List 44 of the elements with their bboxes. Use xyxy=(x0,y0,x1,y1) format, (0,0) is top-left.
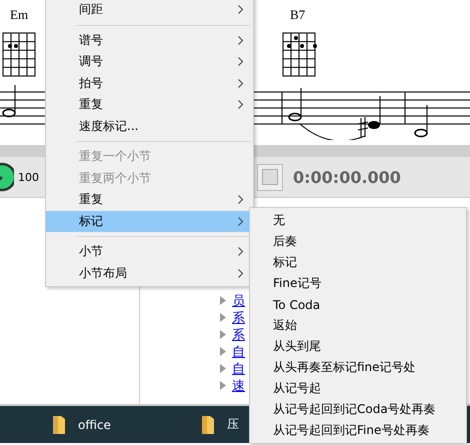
menu-item[interactable]: 谱号 xyxy=(46,30,253,51)
menu-item[interactable]: 拍号 xyxy=(46,72,253,94)
menu-item[interactable]: 小节 xyxy=(46,241,253,262)
menu-item[interactable]: 调号 xyxy=(46,51,253,72)
chevron-right-icon xyxy=(238,78,243,88)
menu-item[interactable]: 从头到尾 xyxy=(250,336,466,357)
link[interactable]: 自 xyxy=(232,360,245,378)
menu-item[interactable]: 从记号起 xyxy=(250,378,466,399)
chevron-right-icon xyxy=(238,268,243,278)
tempo-value: 100 xyxy=(18,170,39,184)
link[interactable]: 自 xyxy=(232,342,245,360)
menu-item[interactable]: 小节布局 xyxy=(46,262,253,284)
chevron-right-icon xyxy=(238,216,243,226)
menu-item[interactable]: 速度标记... xyxy=(46,116,253,137)
menu-item[interactable]: Fine记号 xyxy=(250,273,466,294)
menu-item[interactable]: 重复 xyxy=(46,94,253,116)
folder-icon xyxy=(200,414,215,434)
chevron-right-icon xyxy=(238,100,243,110)
menu-item[interactable]: 从记号起回到记Fine号处再奏 xyxy=(250,420,466,441)
stop-button[interactable] xyxy=(257,164,283,190)
menu-item[interactable]: 后奏 xyxy=(250,231,466,252)
chevron-right-icon xyxy=(238,57,243,66)
chord-name: Em xyxy=(10,7,28,23)
time-display: 0:00:00.000 xyxy=(293,168,401,186)
link[interactable]: 速 xyxy=(232,376,245,394)
link[interactable]: 系 xyxy=(232,308,245,326)
menu-item[interactable]: 标记 xyxy=(250,252,466,273)
menu-item[interactable]: 重复 xyxy=(46,189,253,210)
menu-item[interactable]: To Coda xyxy=(250,294,466,315)
menu-item[interactable]: 返始 xyxy=(250,315,466,336)
menu-item[interactable]: 无 xyxy=(250,210,466,231)
menu-item[interactable]: 从记号起回到记Coda号处再奏 xyxy=(250,399,466,420)
menu-item[interactable]: 从头再奏至标记fine记号处 xyxy=(250,357,466,378)
chord-name: B7 xyxy=(290,7,306,23)
folder-icon xyxy=(52,414,66,434)
taskbar-item[interactable]: office xyxy=(52,414,111,434)
link[interactable]: 员 xyxy=(232,292,245,310)
chevron-right-icon xyxy=(238,247,243,256)
link[interactable]: 系 xyxy=(232,326,245,344)
chevron-right-icon xyxy=(238,5,243,14)
menu-item[interactable]: 间距 xyxy=(46,0,253,20)
chevron-right-icon xyxy=(238,36,243,45)
taskbar-item[interactable]: 压 xyxy=(200,414,239,434)
chevron-right-icon xyxy=(238,195,243,204)
